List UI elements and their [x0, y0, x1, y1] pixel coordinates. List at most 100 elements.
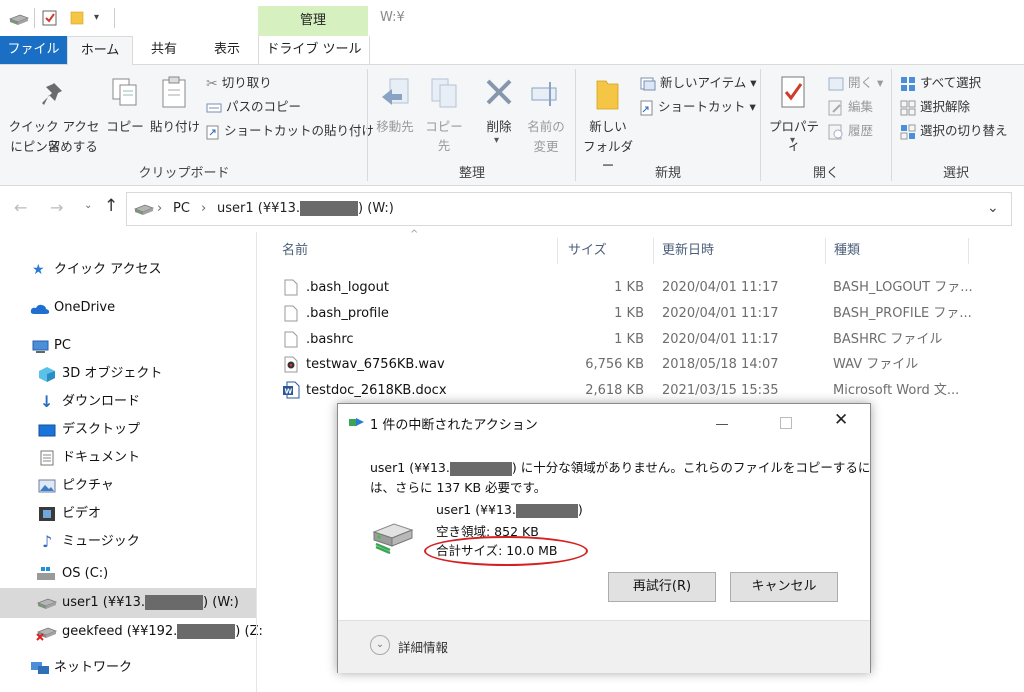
- manage-contextual-tab[interactable]: 管理: [258, 6, 368, 36]
- table-row[interactable]: testwav_6756KB.wav 6,756 KB 2018/05/18 1…: [278, 352, 978, 378]
- sidebar-item-os-c[interactable]: OS (C:): [0, 560, 256, 588]
- sidebar-item-label: デスクトップ: [62, 422, 141, 437]
- up-arrow-icon[interactable]: ↑: [104, 196, 118, 216]
- invert-selection-button[interactable]: 選択の切り替え: [900, 119, 1008, 143]
- column-header-name[interactable]: 名前: [282, 238, 308, 264]
- breadcrumb-drive[interactable]: user1 (¥¥13.) (W:): [217, 193, 394, 225]
- video-film-icon: [39, 507, 55, 521]
- desktop-icon: [38, 424, 56, 437]
- cut-button[interactable]: ✂ 切り取り: [206, 71, 272, 95]
- open-button[interactable]: 開く ▾: [828, 71, 883, 95]
- dialog-title-bar[interactable]: 1 件の中断されたアクション ✕: [338, 404, 870, 440]
- sidebar-item-3d-objects[interactable]: 3D オブジェクト: [0, 360, 256, 388]
- chevron-down-icon[interactable]: ⌄: [370, 635, 390, 655]
- table-row[interactable]: .bashrc 1 KB 2020/04/01 11:17 BASHRC ファイ…: [278, 327, 978, 353]
- file-icon: [284, 331, 298, 348]
- sidebar-item-music[interactable]: ♪ ミュージック: [0, 528, 256, 556]
- sidebar-item-desktop[interactable]: デスクトップ: [0, 416, 256, 444]
- sidebar-item-label: ピクチャ: [62, 478, 114, 493]
- delete-button[interactable]: 削除 ▾: [476, 71, 522, 157]
- properties-icon: [781, 76, 805, 108]
- paste-button[interactable]: 貼り付け: [148, 71, 202, 141]
- rename-label-2: 変更: [533, 139, 559, 154]
- sidebar-item-pc[interactable]: PC: [0, 332, 256, 360]
- pin-to-quick-access-button[interactable]: クイック アクセス にピン留めする: [6, 71, 102, 157]
- properties-button[interactable]: プロパティ ▾: [764, 71, 824, 157]
- retry-button[interactable]: 再試行(R): [608, 572, 716, 602]
- folder-icon[interactable]: [70, 10, 84, 26]
- copy-button[interactable]: コピー: [104, 71, 146, 141]
- rename-icon: [531, 82, 557, 106]
- new-item-icon: [640, 77, 656, 91]
- history-button[interactable]: 履歴: [828, 119, 873, 143]
- tab-share[interactable]: 共有: [132, 36, 196, 64]
- pane-divider[interactable]: [256, 232, 257, 692]
- sidebar-item-onedrive[interactable]: OneDrive: [0, 294, 256, 322]
- address-history-dropdown-icon[interactable]: ⌄: [987, 200, 999, 216]
- column-header-size[interactable]: サイズ: [568, 238, 607, 264]
- properties-check-icon[interactable]: [42, 10, 58, 26]
- redaction-bar: [145, 595, 204, 610]
- recent-dropdown-icon[interactable]: ⌄: [84, 200, 92, 211]
- move-to-icon: [382, 78, 409, 105]
- z-drive-label-prefix: geekfeed (¥¥192.: [62, 624, 178, 639]
- select-all-button[interactable]: すべて選択: [900, 71, 981, 95]
- new-item-button[interactable]: 新しいアイテム ▾: [640, 71, 757, 95]
- sidebar-item-w-drive[interactable]: user1 (¥¥13.) (W:): [0, 588, 256, 618]
- redaction-bar: [177, 624, 236, 639]
- new-shortcut-label: ショートカット ▾: [658, 99, 756, 114]
- new-folder-label-1: 新しい: [589, 119, 627, 134]
- rename-button[interactable]: 名前の 変更: [522, 71, 570, 157]
- more-details-link[interactable]: 詳細情報: [398, 637, 448, 656]
- sidebar-item-network[interactable]: ネットワーク: [0, 654, 256, 682]
- select-none-button[interactable]: 選択解除: [900, 95, 970, 119]
- column-separator[interactable]: [557, 238, 558, 264]
- move-to-button[interactable]: 移動先: [372, 71, 418, 157]
- cancel-button[interactable]: キャンセル: [730, 572, 838, 602]
- sidebar-item-videos[interactable]: ビデオ: [0, 500, 256, 528]
- column-header-type[interactable]: 種類: [834, 238, 860, 264]
- sidebar-item-documents[interactable]: ドキュメント: [0, 444, 256, 472]
- file-size: 1 KB: [614, 306, 644, 321]
- document-icon: [40, 450, 54, 466]
- breadcrumb-separator-icon[interactable]: ›: [157, 193, 162, 225]
- sidebar-item-z-drive[interactable]: geekfeed (¥¥192.) (Z:: [0, 618, 263, 646]
- sidebar-item-downloads[interactable]: ↓ ダウンロード: [0, 388, 256, 416]
- edit-button[interactable]: 編集: [828, 95, 873, 119]
- table-row[interactable]: .bash_profile 1 KB 2020/04/01 11:17 BASH…: [278, 301, 978, 327]
- select-none-icon: [900, 100, 916, 116]
- back-arrow-icon[interactable]: ←: [14, 198, 27, 217]
- minimize-icon[interactable]: [716, 424, 728, 425]
- new-shortcut-button[interactable]: ショートカット ▾: [640, 95, 756, 119]
- table-row[interactable]: .bash_logout 1 KB 2020/04/01 11:17 BASH_…: [278, 275, 978, 301]
- table-row[interactable]: W testdoc_2618KB.docx 2,618 KB 2021/03/1…: [278, 378, 978, 404]
- file-icon: [284, 305, 298, 322]
- sidebar-item-label: 3D オブジェクト: [62, 366, 163, 381]
- column-separator[interactable]: [653, 238, 654, 264]
- column-separator[interactable]: [825, 238, 826, 264]
- address-bar[interactable]: › PC › user1 (¥¥13.) (W:) ⌄: [126, 192, 1012, 226]
- breadcrumb-pc[interactable]: PC: [173, 193, 190, 225]
- sidebar-item-pictures[interactable]: ピクチャ: [0, 472, 256, 500]
- dialog-message: user1 (¥¥13.) に十分な領域がありません。これらのファイルをコピーす…: [370, 458, 870, 498]
- tab-home[interactable]: ホーム: [67, 36, 133, 65]
- close-icon[interactable]: ✕: [834, 410, 848, 430]
- column-separator[interactable]: [968, 238, 969, 264]
- tab-drive-tools[interactable]: ドライブ ツール: [258, 36, 370, 64]
- redaction-bar: [300, 201, 359, 216]
- quick-access-dropdown-icon[interactable]: ▾: [94, 12, 99, 23]
- group-separator: [760, 69, 761, 181]
- sidebar-item-quick-access[interactable]: ★ クイック アクセス: [0, 256, 256, 284]
- tab-view[interactable]: 表示: [196, 36, 258, 64]
- tab-file[interactable]: ファイル: [0, 36, 67, 64]
- paste-shortcut-button[interactable]: ショートカットの貼り付け: [206, 119, 374, 143]
- new-folder-button[interactable]: 新しい フォルダー: [580, 71, 636, 173]
- copy-path-button[interactable]: パスのコピー: [206, 95, 301, 119]
- forward-arrow-icon[interactable]: →: [50, 198, 63, 217]
- file-size: 6,756 KB: [585, 357, 644, 372]
- breadcrumb-separator-icon[interactable]: ›: [201, 193, 206, 225]
- copy-to-button[interactable]: コピー先: [420, 71, 468, 157]
- windows-drive-icon: [37, 567, 55, 580]
- column-header-date[interactable]: 更新日時: [662, 238, 714, 264]
- sidebar-item-label: OS (C:): [62, 566, 109, 581]
